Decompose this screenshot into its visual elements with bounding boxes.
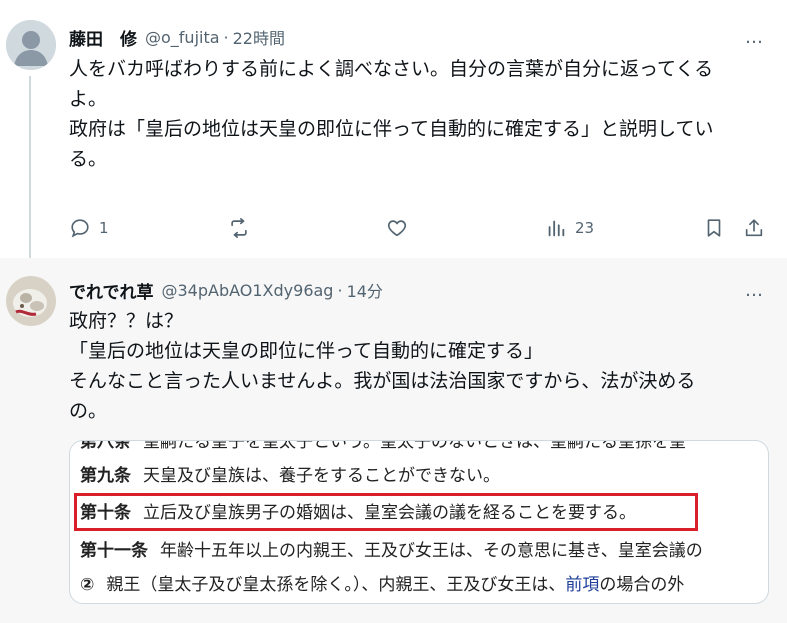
bookmark-button[interactable]	[703, 214, 725, 242]
article-text: 天皇及び皇族は、養子をすることができない。	[143, 466, 500, 486]
article-text: 年齢十五年以上の内親王、王及び女王は、その意思に基き、皇室会議の	[160, 541, 703, 561]
display-name[interactable]: 藤田 修	[69, 25, 137, 50]
article-text: 親王（皇太子及び皇太孫を除く。）、内親王、王及び女王は、	[106, 575, 566, 595]
action-bar: 1 23	[69, 214, 769, 242]
highlight-box	[74, 493, 698, 531]
user-handle[interactable]: @o_fujita	[145, 28, 220, 47]
separator: ·	[337, 280, 343, 300]
avatar[interactable]	[6, 276, 56, 326]
tweet-header: でれでれ草 @34pAbAO1Xdy96ag · 14分	[69, 278, 383, 303]
article-number: 第十一条	[80, 541, 148, 561]
like-button[interactable]	[386, 214, 416, 242]
retweet-button[interactable]	[227, 214, 259, 242]
retweet-icon	[231, 218, 247, 238]
law-article: 第九条 天皇及び皇族は、養子をすることができない。	[80, 465, 500, 487]
law-article: ② 親王（皇太子及び皇太孫を除く。）、内親王、王及び女王は、前項の場合の外	[80, 574, 684, 596]
tweet-line: 政府？？は？	[69, 310, 184, 332]
share-icon	[745, 219, 763, 237]
article-number: 第九条	[80, 466, 131, 486]
thread-line	[29, 76, 31, 266]
heart-icon	[387, 220, 407, 237]
tweet-text: 政府？？は？ 「皇后の地位は天皇の即位に伴って自動的に確定する」 そんなこと言っ…	[69, 306, 769, 426]
tweet-line: る。	[69, 148, 108, 170]
views-count: 23	[575, 219, 595, 237]
article-number: 第八条	[80, 440, 131, 452]
more-options-icon[interactable]: …	[743, 26, 765, 48]
tweet-line: そんなこと言った人いませんよ。我が国は法治国家ですから、法が決める	[69, 370, 696, 392]
timestamp[interactable]: 14分	[347, 278, 383, 302]
reference-link[interactable]: 前項	[565, 575, 599, 595]
separator: ·	[223, 27, 229, 47]
profile-photo-icon	[6, 276, 56, 326]
analytics-icon	[548, 220, 565, 237]
bookmark-icon	[707, 219, 721, 237]
tweet-line: の。	[69, 400, 108, 422]
article-text: 皇嗣たる皇子を皇太子という。皇太子のないときは、皇嗣たる皇孫を皇	[143, 440, 686, 452]
timestamp[interactable]: 22時間	[233, 25, 285, 49]
tweet-1[interactable]: 藤田 修 @o_fujita · 22時間 … 人をバカ呼ばわりする前によく調べ…	[0, 0, 787, 266]
tweet-line: 人をバカ呼ばわりする前によく調べなさい。自分の言葉が自分に返ってくる	[69, 58, 714, 80]
tweet-header: 藤田 修 @o_fujita · 22時間	[69, 25, 285, 50]
views-button[interactable]: 23	[545, 214, 594, 242]
display-name[interactable]: でれでれ草	[69, 278, 154, 303]
tweet-text: 人をバカ呼ばわりする前によく調べなさい。自分の言葉が自分に返ってくる よ。 政府…	[69, 54, 769, 174]
paragraph-number: ②	[80, 575, 95, 595]
reply-count: 1	[99, 219, 109, 237]
avatar[interactable]	[6, 20, 56, 70]
attached-image[interactable]: 第八条 皇嗣たる皇子を皇太子という。皇太子のないときは、皇嗣たる皇孫を皇 第九条天…	[69, 440, 769, 604]
tweet-line: よ。	[69, 88, 108, 110]
share-button[interactable]	[743, 214, 765, 242]
reply-button[interactable]: 1	[69, 214, 109, 242]
tweet-line: 政府は「皇后の地位は天皇の即位に伴って自動的に確定する」と説明してい	[69, 118, 714, 140]
more-options-icon[interactable]: …	[743, 279, 765, 301]
default-avatar-icon	[6, 20, 56, 70]
user-handle[interactable]: @34pAbAO1Xdy96ag	[162, 281, 334, 300]
reply-icon	[71, 219, 89, 238]
article-text: の場合の外	[599, 575, 685, 595]
law-article: 第十一条 年齢十五年以上の内親王、王及び女王は、その意思に基き、皇室会議の	[80, 540, 703, 562]
law-article: 第八条 皇嗣たる皇子を皇太子という。皇太子のないときは、皇嗣たる皇孫を皇	[80, 440, 686, 453]
tweet-line: 「皇后の地位は天皇の即位に伴って自動的に確定する」	[69, 340, 544, 362]
